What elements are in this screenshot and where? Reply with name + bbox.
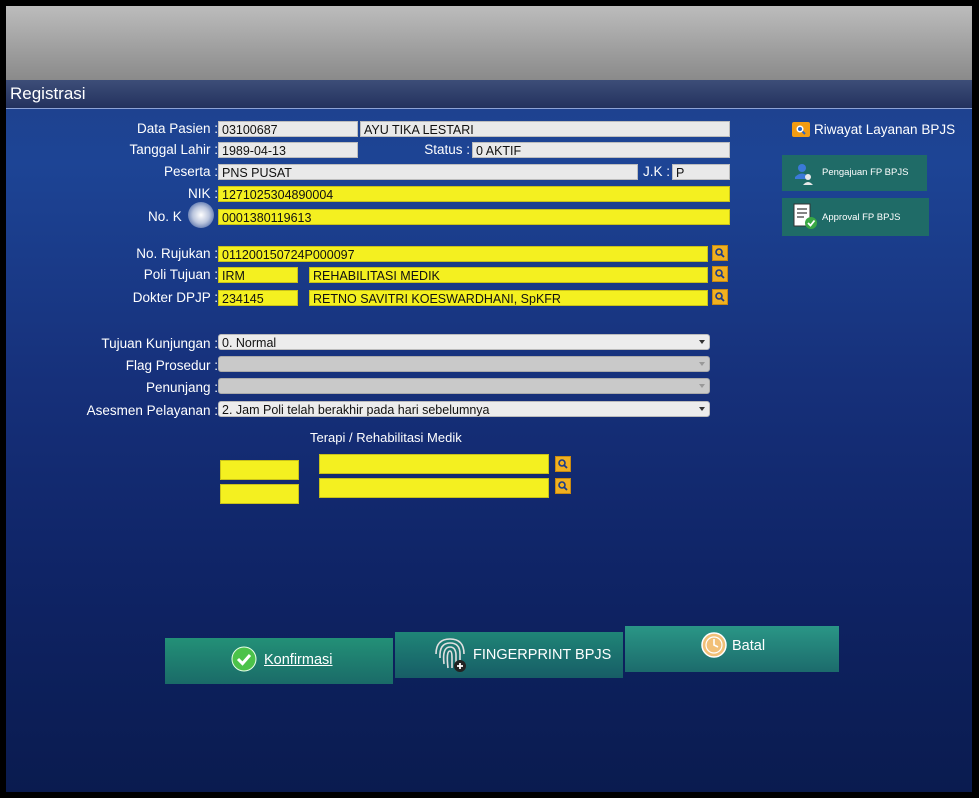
chevron-down-icon	[699, 407, 705, 411]
peserta-field[interactable]: PNS PUSAT	[218, 164, 638, 180]
magnifier-icon	[715, 292, 725, 302]
flag-prosedur-select[interactable]	[218, 356, 710, 372]
chevron-down-icon	[699, 362, 705, 366]
users-icon	[795, 164, 813, 185]
status-label: Status :	[424, 142, 470, 157]
window-title: Registrasi	[10, 84, 86, 103]
tujuan-kunjungan-value: 0. Normal	[222, 336, 277, 350]
terapi-code-field-2[interactable]	[220, 484, 299, 504]
jk-label: J.K :	[642, 164, 670, 179]
tujuan-kunjungan-select[interactable]: 0. Normal	[218, 334, 710, 350]
poli-tujuan-label: Poli Tujuan :	[143, 267, 218, 282]
asesmen-pelayanan-label: Asesmen Pelayanan :	[86, 403, 218, 418]
search-terapi-button-1[interactable]	[555, 456, 571, 472]
dokter-dpjp-code-field[interactable]: 234145	[218, 290, 298, 306]
terapi-name-field-1[interactable]	[319, 454, 549, 474]
nik-label: NIK :	[187, 186, 218, 201]
poli-tujuan-code-field[interactable]: IRM	[218, 267, 298, 283]
tanggal-lahir-label: Tanggal Lahir :	[129, 142, 218, 157]
magnifier-icon	[715, 269, 725, 279]
poli-tujuan-name-field[interactable]: REHABILITASI MEDIK	[309, 267, 708, 283]
document-check-icon	[793, 203, 817, 229]
data-pasien-label: Data Pasien :	[136, 121, 218, 136]
fingerprint-label: FINGERPRINT BPJS	[473, 647, 612, 663]
search-dokter-button[interactable]	[712, 289, 728, 305]
window-title-bar: Registrasi	[6, 80, 972, 109]
magnifier-icon	[558, 459, 568, 469]
konfirmasi-label: Konfirmasi	[264, 652, 333, 668]
dokter-dpjp-label: Dokter DPJP :	[132, 290, 218, 305]
check-circle-icon	[231, 646, 257, 672]
search-rujukan-button[interactable]	[712, 245, 728, 261]
terapi-code-field-1[interactable]	[220, 460, 299, 480]
fingerprint-button[interactable]: FINGERPRINT BPJS	[395, 632, 623, 678]
riwayat-layanan-button[interactable]: Riwayat Layanan BPJS	[792, 120, 962, 142]
terapi-heading: Terapi / Rehabilitasi Medik	[310, 430, 462, 445]
terapi-name-field-2[interactable]	[319, 478, 549, 498]
chevron-down-icon	[699, 384, 705, 388]
nik-field[interactable]: 1271025304890004	[218, 186, 730, 202]
status-field[interactable]: 0 AKTIF	[472, 142, 730, 158]
folder-search-icon	[792, 122, 810, 137]
penunjang-select[interactable]	[218, 378, 710, 394]
screen-frame: Registrasi Data Pasien : 03100687 AYU TI…	[6, 6, 972, 792]
tujuan-kunjungan-label: Tujuan Kunjungan :	[101, 336, 218, 351]
tanggal-lahir-field[interactable]: 1989-04-13	[218, 142, 358, 158]
flag-prosedur-label: Flag Prosedur :	[125, 358, 218, 373]
no-kartu-field[interactable]: 0001380119613	[218, 209, 730, 225]
fingerprint-icon	[435, 638, 466, 672]
chevron-down-icon	[699, 340, 705, 344]
pengajuan-fp-button[interactable]: Pengajuan FP BPJS	[782, 155, 927, 191]
data-pasien-name-field[interactable]: AYU TIKA LESTARI	[360, 121, 730, 137]
data-pasien-id-field[interactable]: 03100687	[218, 121, 358, 137]
clock-icon	[701, 632, 727, 658]
magnifier-icon	[558, 481, 568, 491]
konfirmasi-button[interactable]: Konfirmasi	[165, 638, 393, 684]
dokter-dpjp-name-field[interactable]: RETNO SAVITRI KOESWARDHANI, SpKFR	[309, 290, 708, 306]
pengajuan-fp-label: Pengajuan FP BPJS	[822, 167, 909, 178]
glare-spot	[188, 202, 214, 228]
peserta-label: Peserta :	[163, 164, 218, 179]
approval-fp-button[interactable]: Approval FP BPJS	[782, 198, 929, 236]
top-bar	[6, 6, 972, 80]
approval-fp-label: Approval FP BPJS	[822, 212, 901, 223]
no-rujukan-label: No. Rujukan :	[136, 246, 218, 261]
search-terapi-button-2[interactable]	[555, 478, 571, 494]
jk-field[interactable]: P	[672, 164, 730, 180]
penunjang-label: Penunjang :	[145, 380, 218, 395]
batal-button[interactable]: Batal	[625, 626, 839, 672]
no-kartu-label: No. K	[148, 209, 182, 224]
magnifier-icon	[715, 248, 725, 258]
batal-label: Batal	[732, 638, 766, 654]
asesmen-pelayanan-select[interactable]: 2. Jam Poli telah berakhir pada hari seb…	[218, 401, 710, 417]
no-rujukan-field[interactable]: 011200150724P000097	[218, 246, 708, 262]
search-poli-button[interactable]	[712, 266, 728, 282]
asesmen-pelayanan-value: 2. Jam Poli telah berakhir pada hari seb…	[222, 403, 490, 417]
action-bar: Konfirmasi FINGERPRINT BPJS Batal	[165, 618, 839, 684]
riwayat-layanan-label: Riwayat Layanan BPJS	[814, 122, 956, 137]
